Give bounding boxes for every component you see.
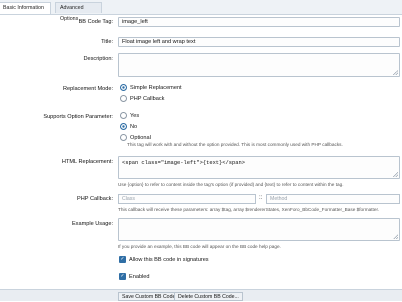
checkbox-checked-icon: ✓ [119, 255, 126, 263]
resize-handle-icon[interactable] [393, 70, 398, 75]
resize-handle-icon[interactable] [393, 234, 398, 239]
example-usage-hint: If you provide an example, this BB code … [118, 244, 281, 249]
description-textarea[interactable] [118, 53, 400, 77]
radio-unselected-icon [120, 111, 127, 119]
html-replacement-label: HTML Replacement: [61, 159, 113, 165]
tab-bar: Basic Information Advanced Options [0, 0, 402, 22]
title-label: Title: [101, 39, 113, 45]
bb-code-tag-input[interactable]: image_left [118, 17, 400, 27]
replacement-mode-label: Replacement Mode: [62, 86, 113, 92]
html-replacement-textarea[interactable]: <span class="image-left">{text}</span> [118, 156, 400, 179]
option-optional-label: Optional [130, 135, 151, 141]
radio-option-no[interactable]: No [120, 122, 138, 131]
callback-method-input[interactable]: Method [266, 194, 400, 204]
example-usage-label: Example Usage: [71, 221, 113, 227]
radio-option-optional[interactable]: Optional [120, 133, 151, 142]
title-input[interactable]: Float image left and wrap text [118, 37, 400, 47]
radio-php-callback[interactable]: PHP Callback [120, 94, 165, 103]
html-replacement-value: <span class="image-left">{text}</span> [122, 160, 245, 166]
radio-selected-icon [120, 83, 127, 91]
php-callback-label: PHP Callback: [77, 196, 113, 202]
option-yes-label: Yes [130, 113, 140, 119]
tab-advanced-options[interactable]: Advanced Options [55, 2, 102, 22]
resize-handle-icon[interactable] [393, 172, 398, 177]
php-callback-fields: Class :: Method [118, 194, 400, 204]
callback-separator: :: [259, 195, 263, 201]
tab-basic-information[interactable]: Basic Information [0, 2, 51, 14]
php-callback-hint: This callback will receive these paramet… [118, 207, 380, 212]
option-parameter-hint: This tag will work with and without the … [127, 142, 343, 147]
option-no-label: No [130, 124, 138, 130]
option-parameter-label: Supports Option Parameter: [43, 114, 113, 120]
allow-signatures-checkbox[interactable]: ✓ Allow this BB code in signatures [119, 255, 209, 264]
description-label: Description: [83, 56, 113, 62]
allow-signatures-label: Allow this BB code in signatures [129, 257, 209, 263]
radio-option-yes[interactable]: Yes [120, 111, 140, 120]
radio-unselected-icon [120, 94, 127, 102]
bb-code-tag-label: BB Code Tag: [78, 19, 113, 25]
radio-unselected-icon [120, 133, 127, 141]
enabled-label: Enabled [129, 274, 150, 280]
callback-class-input[interactable]: Class [118, 194, 256, 204]
radio-simple-replacement[interactable]: Simple Replacement [120, 83, 182, 92]
enabled-checkbox[interactable]: ✓ Enabled [119, 272, 150, 281]
radio-selected-icon [120, 122, 127, 130]
html-replacement-hint: Use {option} to refer to content inside … [118, 182, 344, 187]
example-usage-textarea[interactable] [118, 218, 400, 241]
simple-replacement-label: Simple Replacement [130, 85, 182, 91]
php-callback-option-label: PHP Callback [130, 96, 165, 102]
checkbox-checked-icon: ✓ [119, 272, 126, 280]
